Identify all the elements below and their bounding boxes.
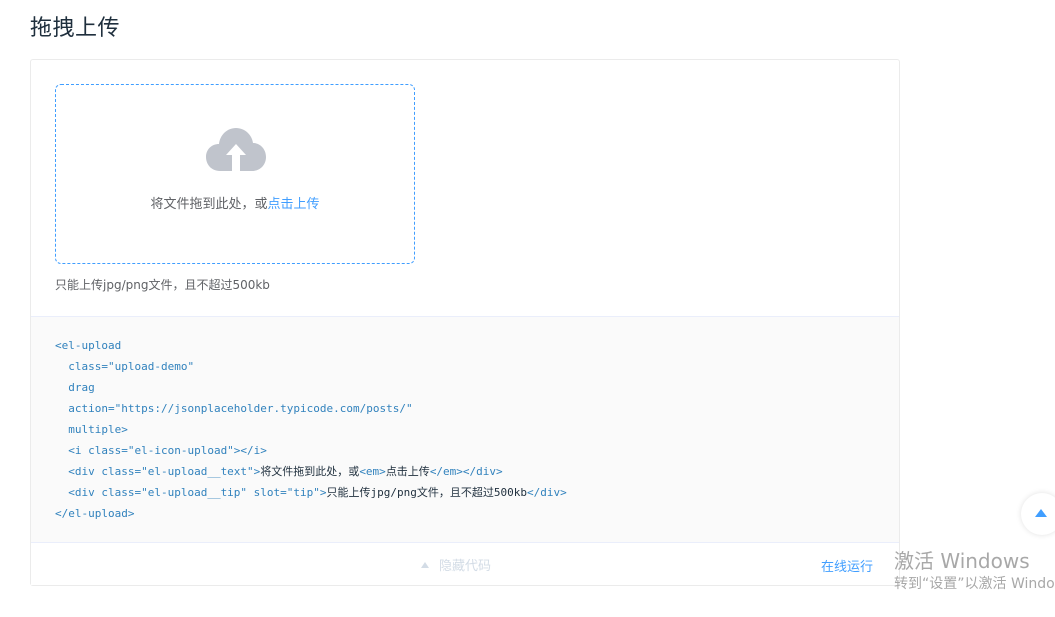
drop-text-label: 将文件拖到此处，或 bbox=[150, 197, 268, 212]
click-upload-link[interactable]: 点击上传 bbox=[268, 197, 320, 212]
caret-up-icon bbox=[1035, 509, 1047, 517]
upload-dropzone[interactable]: 将文件拖到此处，或点击上传 bbox=[55, 84, 415, 264]
code-line: <el-upload bbox=[55, 339, 122, 352]
watermark-subtitle: 转到“设置”以激活 Windows。 bbox=[894, 576, 1055, 592]
hide-code-button[interactable]: 隐藏代码 bbox=[421, 555, 491, 574]
code-line: action="https://jsonplaceholder.typicode… bbox=[55, 402, 413, 415]
caret-up-icon bbox=[421, 562, 429, 568]
code-line: drag bbox=[55, 381, 95, 394]
demo-block: 将文件拖到此处，或点击上传 只能上传jpg/png文件，且不超过500kb <e… bbox=[30, 59, 900, 586]
page: 拖拽上传 将文件拖到此处，或点击上传 只能上传jpg/png文件，且不超过500… bbox=[0, 0, 1055, 617]
code-tag: </div> bbox=[527, 486, 567, 499]
back-to-top-button[interactable] bbox=[1021, 493, 1055, 535]
drop-text: 将文件拖到此处，或点击上传 bbox=[56, 193, 414, 212]
run-online-button[interactable]: 在线运行 bbox=[821, 556, 873, 575]
demo-source: 将文件拖到此处，或点击上传 只能上传jpg/png文件，且不超过500kb bbox=[31, 60, 899, 316]
code-text: 只能上传jpg/png文件，且不超过500kb bbox=[326, 486, 528, 499]
code-block: <el-upload class="upload-demo" drag acti… bbox=[31, 316, 899, 542]
page-title: 拖拽上传 bbox=[30, 16, 121, 41]
code-tag: <div class="el-upload__tip" slot="tip"> bbox=[55, 486, 327, 499]
code-text: 点击上传 bbox=[385, 465, 430, 478]
cloud-upload-icon bbox=[206, 128, 266, 171]
demo-control-bar: 隐藏代码 在线运行 bbox=[31, 542, 899, 585]
watermark-title: 激活 Windows bbox=[894, 549, 1030, 573]
hide-code-label: 隐藏代码 bbox=[439, 559, 492, 574]
upload-tip: 只能上传jpg/png文件，且不超过500kb bbox=[55, 278, 270, 292]
code-text: 将文件拖到此处，或 bbox=[260, 465, 360, 478]
windows-activation-watermark: 激活 Windows 转到“设置”以激活 Windows。 bbox=[894, 548, 1055, 594]
code-line: <div class="el-upload__text">将文件拖到此处，或<e… bbox=[55, 461, 875, 482]
code-tag: </em></div> bbox=[429, 465, 503, 478]
code-line: multiple> bbox=[55, 423, 128, 436]
code-line: <div class="el-upload__tip" slot="tip">只… bbox=[55, 482, 875, 503]
code-line: <i class="el-icon-upload"></i> bbox=[55, 444, 267, 457]
code-tag: <em> bbox=[359, 465, 386, 478]
code-tag: <div class="el-upload__text"> bbox=[55, 465, 261, 478]
code-line: class="upload-demo" bbox=[55, 360, 195, 373]
code-line: </el-upload> bbox=[55, 507, 135, 520]
